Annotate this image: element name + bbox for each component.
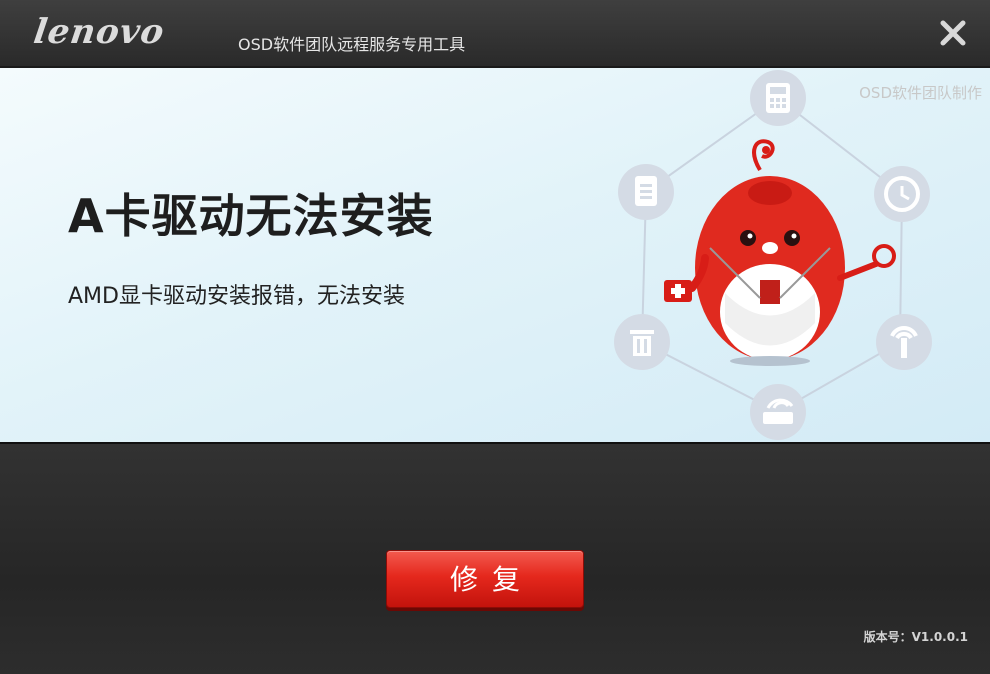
issue-title: A卡驱动无法安装 bbox=[68, 189, 434, 243]
signal-icon bbox=[876, 314, 932, 370]
mascot-illustration bbox=[614, 70, 932, 440]
action-area: 修复 版本号：V1.0.0.1 bbox=[0, 444, 990, 674]
version-label: 版本号：V1.0.0.1 bbox=[863, 630, 968, 644]
calculator-icon bbox=[750, 70, 806, 126]
app-subtitle: OSD软件团队远程服务专用工具 bbox=[238, 35, 466, 54]
repair-button[interactable]: 修复 bbox=[386, 550, 584, 608]
router-icon bbox=[750, 384, 806, 440]
lenovo-logo: lenovo bbox=[31, 12, 168, 52]
title-bar: lenovo OSD软件团队远程服务专用工具 bbox=[0, 0, 990, 68]
clipboard-icon bbox=[618, 164, 674, 220]
trash-icon bbox=[614, 314, 670, 370]
clock-icon bbox=[874, 166, 930, 222]
issue-description: AMD显卡驱动安装报错，无法安装 bbox=[68, 284, 405, 309]
close-icon[interactable] bbox=[938, 18, 968, 48]
mascot-icon bbox=[664, 139, 896, 366]
info-panel: OSD软件团队制作 A卡驱动无法安装 AMD显卡驱动安装报错，无法安装 bbox=[0, 68, 990, 444]
